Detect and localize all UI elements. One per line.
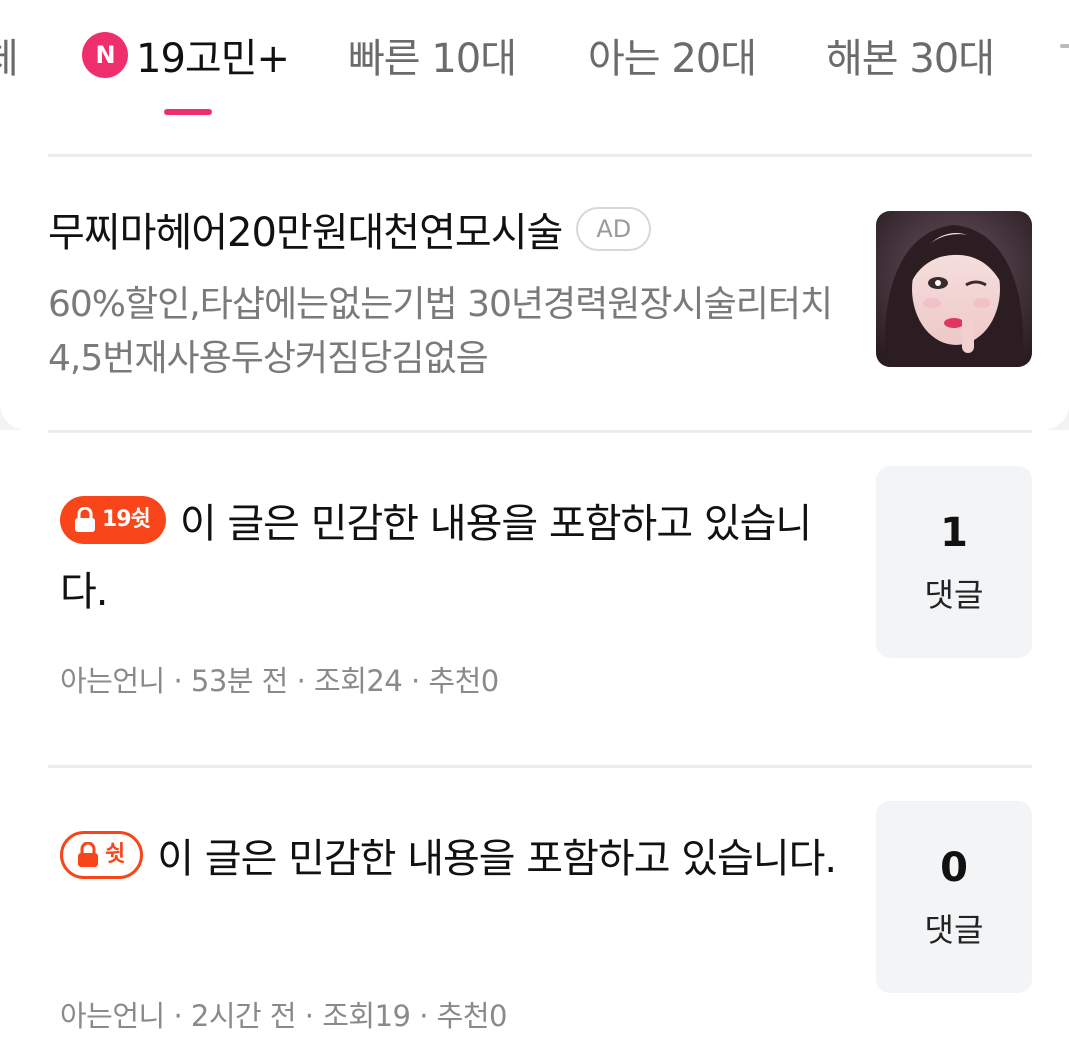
- tab-fast-10s[interactable]: 빠른 10대: [348, 26, 517, 84]
- post-title-block[interactable]: 19쉿 이 글은 민감한 내용을 포함하고 있습니다.: [60, 490, 840, 626]
- woman-portrait-photo-icon: [876, 211, 1032, 367]
- comment-count-box[interactable]: 1 댓글: [876, 466, 1032, 658]
- comment-label: 댓글: [924, 576, 984, 614]
- tab-experienced-30s[interactable]: 해본 30대: [826, 26, 995, 84]
- tag-label: 쉿: [105, 842, 125, 867]
- ad-title: 무찌마헤어20만원대천연모시술: [48, 210, 563, 256]
- tab-next-cut[interactable]: [1060, 44, 1069, 48]
- post-title-block[interactable]: 쉿 이 글은 민감한 내용을 포함하고 있습니다.: [60, 825, 840, 893]
- tag-badge-quiet: 쉿: [60, 831, 144, 879]
- post-item[interactable]: 쉿 이 글은 민감한 내용을 포함하고 있습니다. 아는언니 · 2시간 전 ·…: [0, 765, 1069, 1064]
- ad-description: 60%할인,타샵에는없는기법 30년경력원장시술리터치4,5번재사용두상커짐당김…: [48, 284, 833, 379]
- post-title: 이 글은 민감한 내용을 포함하고 있습니다.: [157, 836, 837, 882]
- divider: [48, 430, 1032, 433]
- comment-count: 1: [940, 510, 968, 556]
- tab-knowing-20s[interactable]: 아는 20대: [588, 26, 757, 84]
- tag-label: 19쉿: [102, 507, 151, 532]
- tab-label: 19고민+: [136, 36, 290, 82]
- comment-count: 0: [940, 845, 968, 891]
- divider: [48, 154, 1032, 157]
- ad-title-row: 무찌마헤어20만원대천연모시술 AD: [48, 200, 652, 258]
- comment-count-box[interactable]: 0 댓글: [876, 801, 1032, 993]
- new-badge: N: [82, 32, 128, 78]
- tag-badge-19: 19쉿: [60, 496, 166, 544]
- tab-previous-cut[interactable]: 체: [0, 26, 19, 84]
- divider: [48, 765, 1032, 768]
- lock-icon: [74, 507, 96, 533]
- post-meta: 아는언니 · 2시간 전 · 조회19 · 추천0: [60, 999, 507, 1033]
- ad-badge: AD: [576, 207, 652, 251]
- page: 체 N 19고민+ 빠른 10대 아는 20대 해본 30대 무찌마헤어20만원…: [0, 0, 1069, 1064]
- post-title: 이 글은 민감한 내용을 포함하고 있습니다.: [60, 501, 812, 615]
- post-meta: 아는언니 · 53분 전 · 조회24 · 추천0: [60, 664, 499, 698]
- post-item[interactable]: 19쉿 이 글은 민감한 내용을 포함하고 있습니다. 아는언니 · 53분 전…: [0, 430, 1069, 765]
- lock-icon: [77, 842, 99, 868]
- ad-thumbnail[interactable]: [876, 211, 1032, 367]
- active-tab-indicator: [164, 109, 212, 115]
- category-tab-bar: 체 N 19고민+ 빠른 10대 아는 20대 해본 30대: [0, 0, 1069, 130]
- comment-label: 댓글: [924, 911, 984, 949]
- tab-19-gomin[interactable]: N 19고민+: [82, 26, 290, 84]
- ad-card[interactable]: 무찌마헤어20만원대천연모시술 AD 60%할인,타샵에는없는기법 30년경력원…: [0, 130, 1069, 430]
